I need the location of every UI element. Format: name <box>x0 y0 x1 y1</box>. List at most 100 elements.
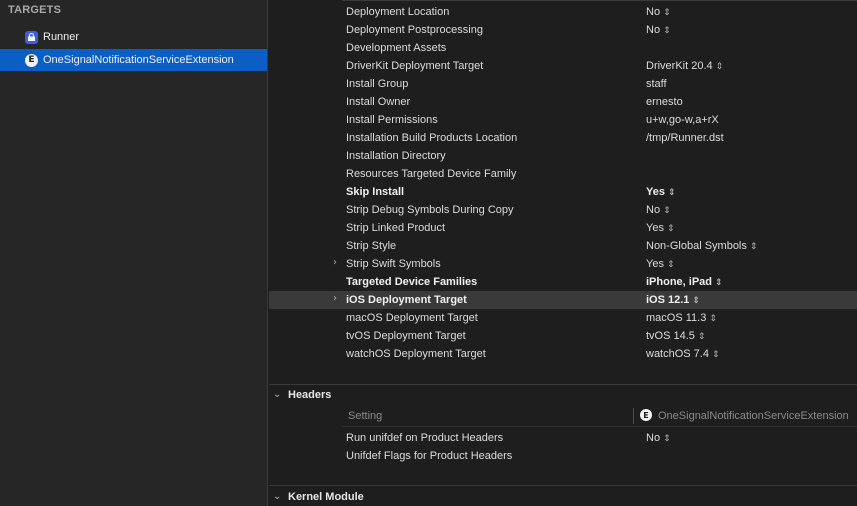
setting-row-deployment-postprocessing[interactable]: Deployment Postprocessing No ⇕ <box>269 21 857 39</box>
setting-row-ios-deployment-target[interactable]: › iOS Deployment Target iOS 12.1 ⇕ <box>269 291 857 309</box>
setting-name: Deployment Location <box>346 6 450 18</box>
setting-value[interactable]: tvOS 14.5 ⇕ <box>646 330 705 342</box>
app-target-icon <box>25 30 38 44</box>
setting-name: Installation Directory <box>346 150 446 162</box>
setting-row-watchos-deployment-target[interactable]: watchOS Deployment Target watchOS 7.4 ⇕ <box>269 345 857 363</box>
disclosure-chevron-icon[interactable]: › <box>333 293 337 304</box>
setting-name: Strip Swift Symbols <box>346 258 441 270</box>
extension-target-icon: E <box>25 53 38 67</box>
setting-value[interactable]: iPhone, iPad ⇕ <box>646 276 723 288</box>
stepper-icon[interactable]: ⇕ <box>663 206 671 216</box>
setting-name: Unifdef Flags for Product Headers <box>346 450 513 462</box>
setting-row-install-owner[interactable]: Install Owner ernesto <box>269 93 857 111</box>
setting-name: Resources Targeted Device Family <box>346 168 517 180</box>
setting-value[interactable]: staff <box>646 78 667 90</box>
setting-value[interactable]: /tmp/Runner.dst <box>646 132 724 144</box>
stepper-icon[interactable]: ⇕ <box>667 260 675 270</box>
row-divider <box>342 426 857 427</box>
target-onesignal-extension-label: OneSignalNotificationServiceExtension <box>43 54 234 66</box>
stepper-icon[interactable]: ⇕ <box>663 8 671 18</box>
column-divider <box>633 408 634 424</box>
setting-row-driverkit-deployment-target[interactable]: DriverKit Deployment Target DriverKit 20… <box>269 57 857 75</box>
section-divider <box>269 384 857 385</box>
setting-row-deployment-location[interactable]: Deployment Location No ⇕ <box>269 3 857 21</box>
section-divider <box>269 485 857 486</box>
setting-value[interactable]: Yes ⇕ <box>646 186 676 198</box>
setting-value[interactable]: watchOS 7.4 ⇕ <box>646 348 720 360</box>
setting-name: Strip Style <box>346 240 397 252</box>
stepper-icon[interactable]: ⇕ <box>716 62 724 72</box>
disclosure-chevron-icon[interactable]: › <box>333 257 337 268</box>
setting-value[interactable]: Non-Global Symbols ⇕ <box>646 240 757 252</box>
extension-target-icon: E <box>640 409 652 421</box>
setting-row-run-unifdef[interactable]: Run unifdef on Product Headers No ⇕ <box>269 429 857 447</box>
setting-row-strip-style[interactable]: Strip Style Non-Global Symbols ⇕ <box>269 237 857 255</box>
chevron-down-icon[interactable]: ⌄ <box>273 491 281 502</box>
stepper-icon[interactable]: ⇕ <box>750 242 758 252</box>
setting-name: Development Assets <box>346 42 447 54</box>
section-title: Headers <box>288 389 332 401</box>
target-onesignal-extension[interactable]: E OneSignalNotificationServiceExtension <box>0 49 267 71</box>
setting-name: Installation Build Products Location <box>346 132 518 144</box>
setting-row-skip-install[interactable]: Skip Install Yes ⇕ <box>269 183 857 201</box>
setting-value[interactable]: No ⇕ <box>646 432 671 444</box>
setting-name: Targeted Device Families <box>346 276 478 288</box>
setting-row-strip-swift-symbols[interactable]: › Strip Swift Symbols Yes ⇕ <box>269 255 857 273</box>
setting-value[interactable]: macOS 11.3 ⇕ <box>646 312 717 324</box>
section-header-kernel-module[interactable]: ⌄ Kernel Module <box>269 488 857 506</box>
stepper-icon[interactable]: ⇕ <box>712 350 720 360</box>
stepper-icon[interactable]: ⇕ <box>667 224 675 234</box>
setting-row-development-assets[interactable]: Development Assets <box>269 39 857 57</box>
setting-value[interactable]: No ⇕ <box>646 6 671 18</box>
setting-value[interactable]: No ⇕ <box>646 24 671 36</box>
setting-row-installation-directory[interactable]: Installation Directory <box>269 147 857 165</box>
setting-column-label: Setting <box>348 410 383 422</box>
setting-value[interactable]: u+w,go-w,a+rX <box>646 114 719 126</box>
stepper-icon[interactable]: ⇕ <box>663 26 671 36</box>
setting-value[interactable]: DriverKit 20.4 ⇕ <box>646 60 723 72</box>
stepper-icon[interactable]: ⇕ <box>668 188 676 198</box>
setting-name: watchOS Deployment Target <box>346 348 486 360</box>
setting-value[interactable]: No ⇕ <box>646 204 671 216</box>
build-settings-panel: Deployment Location No ⇕ Deployment Postp… <box>269 0 857 506</box>
stepper-icon[interactable]: ⇕ <box>698 332 706 342</box>
setting-name: Strip Debug Symbols During Copy <box>346 204 514 216</box>
setting-value[interactable]: Yes ⇕ <box>646 258 675 270</box>
setting-row-resources-targeted-device-family[interactable]: Resources Targeted Device Family <box>269 165 857 183</box>
targets-sidebar: TARGETS Runner E OneSignalNotificationSe… <box>0 0 268 506</box>
setting-value[interactable]: ernesto <box>646 96 683 108</box>
target-runner[interactable]: Runner <box>0 26 267 48</box>
setting-row-strip-linked-product[interactable]: Strip Linked Product Yes ⇕ <box>269 219 857 237</box>
setting-name: Strip Linked Product <box>346 222 446 234</box>
target-column-label: OneSignalNotificationServiceExtension <box>658 410 849 422</box>
setting-name: tvOS Deployment Target <box>346 330 466 342</box>
setting-row-macos-deployment-target[interactable]: macOS Deployment Target macOS 11.3 ⇕ <box>269 309 857 327</box>
setting-row-install-permissions[interactable]: Install Permissions u+w,go-w,a+rX <box>269 111 857 129</box>
setting-row-unifdef-flags[interactable]: Unifdef Flags for Product Headers <box>269 447 857 465</box>
targets-header: TARGETS <box>8 4 62 16</box>
setting-row-targeted-device-families[interactable]: Targeted Device Families iPhone, iPad ⇕ <box>269 273 857 291</box>
stepper-icon[interactable]: ⇕ <box>709 314 717 324</box>
chevron-down-icon[interactable]: ⌄ <box>273 389 281 400</box>
setting-name: macOS Deployment Target <box>346 312 478 324</box>
setting-name: Install Permissions <box>346 114 438 126</box>
top-divider <box>342 0 857 1</box>
section-title: Kernel Module <box>288 491 364 503</box>
stepper-icon[interactable]: ⇕ <box>715 278 723 288</box>
setting-row-strip-debug-symbols[interactable]: Strip Debug Symbols During Copy No ⇕ <box>269 201 857 219</box>
setting-name: Deployment Postprocessing <box>346 24 483 36</box>
setting-row-installation-build-products-location[interactable]: Installation Build Products Location /tm… <box>269 129 857 147</box>
setting-name: Install Owner <box>346 96 411 108</box>
target-runner-label: Runner <box>43 31 80 43</box>
stepper-icon[interactable]: ⇕ <box>692 296 700 306</box>
setting-name: Skip Install <box>346 186 405 198</box>
stepper-icon[interactable]: ⇕ <box>663 434 671 444</box>
setting-name: Run unifdef on Product Headers <box>346 432 504 444</box>
section-header-headers[interactable]: ⌄ Headers <box>269 386 857 406</box>
setting-name: DriverKit Deployment Target <box>346 60 484 72</box>
setting-row-install-group[interactable]: Install Group staff <box>269 75 857 93</box>
setting-row-tvos-deployment-target[interactable]: tvOS Deployment Target tvOS 14.5 ⇕ <box>269 327 857 345</box>
setting-name: iOS Deployment Target <box>346 294 467 306</box>
setting-value[interactable]: iOS 12.1 ⇕ <box>646 294 700 306</box>
setting-value[interactable]: Yes ⇕ <box>646 222 675 234</box>
